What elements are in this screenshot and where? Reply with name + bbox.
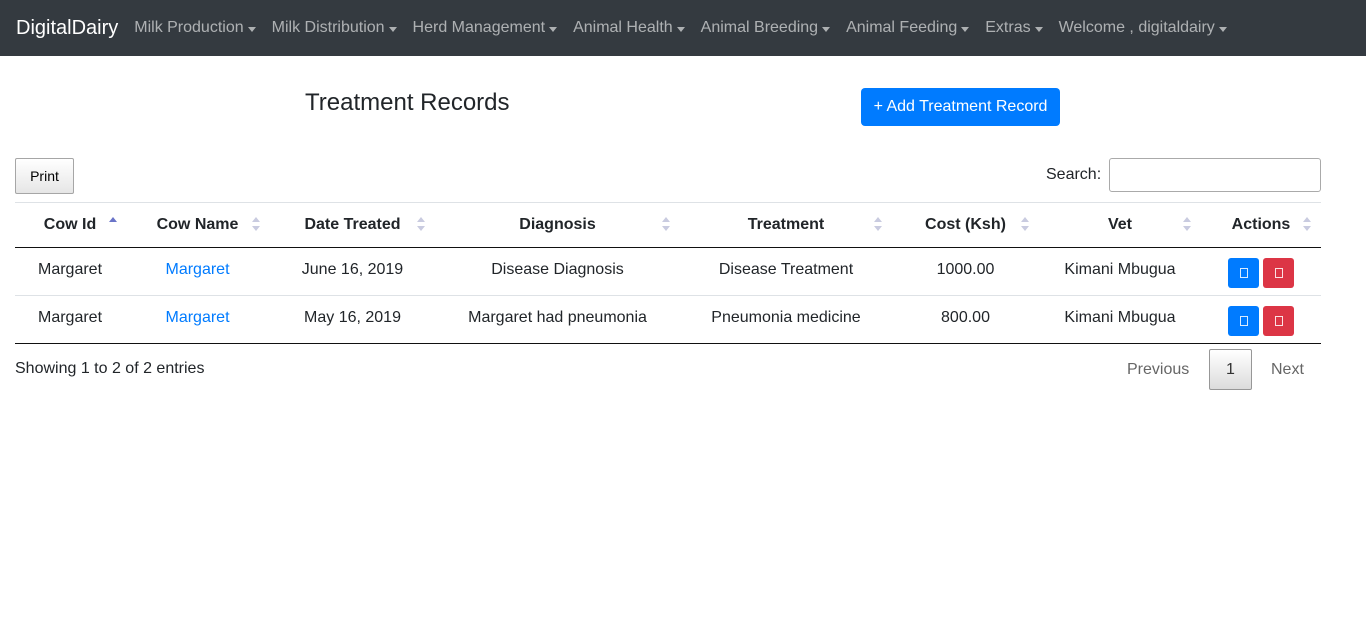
edit-icon: [1239, 268, 1248, 278]
nav-label: Milk Production: [134, 19, 244, 36]
print-button[interactable]: Print: [15, 158, 74, 194]
table-info: Showing 1 to 2 of 2 entries: [15, 360, 205, 377]
caret-down-icon: [1218, 26, 1227, 32]
cell-actions: [1201, 295, 1321, 344]
sort-icon: [1183, 217, 1191, 233]
nav-label: Welcome , digitaldairy: [1058, 19, 1215, 36]
nav-label: Animal Feeding: [846, 19, 958, 36]
delete-button[interactable]: [1263, 306, 1294, 336]
column-header-treatment[interactable]: Treatment: [680, 202, 892, 248]
nav-animal-feeding[interactable]: Animal Feeding: [838, 19, 977, 37]
cow-name-link[interactable]: Margaret: [125, 247, 270, 296]
cell-cost: 1000.00: [892, 247, 1039, 296]
table-row: Margaret Margaret May 16, 2019 Margaret …: [15, 295, 1321, 344]
caret-down-icon: [961, 26, 970, 32]
sort-icon: [1303, 217, 1311, 233]
column-header-label: Diagnosis: [519, 216, 596, 233]
cell-cost: 800.00: [892, 295, 1039, 344]
column-header-label: Cost (Ksh): [925, 216, 1006, 233]
pagination-page-1[interactable]: 1: [1209, 349, 1252, 390]
cell-date-treated: May 16, 2019: [270, 295, 435, 344]
sort-icon: [252, 217, 260, 233]
column-header-label: Cow Name: [156, 216, 239, 233]
pagination-previous[interactable]: Previous: [1127, 361, 1189, 379]
column-header-cow-id[interactable]: Cow Id: [15, 202, 125, 248]
column-header-vet[interactable]: Vet: [1039, 202, 1201, 248]
cell-cow-id: Margaret: [15, 295, 125, 344]
nav-label: Animal Health: [573, 19, 673, 36]
cell-diagnosis: Margaret had pneumonia: [435, 295, 680, 344]
cell-treatment: Pneumonia medicine: [680, 295, 892, 344]
caret-down-icon: [549, 26, 558, 32]
nav-user-menu[interactable]: Welcome , digitaldairy: [1051, 19, 1235, 37]
top-navbar: DigitalDairy Milk Production Milk Distri…: [0, 0, 1366, 56]
column-header-actions[interactable]: Actions: [1201, 202, 1321, 248]
column-header-date-treated[interactable]: Date Treated: [270, 202, 435, 248]
edit-button[interactable]: [1228, 258, 1259, 288]
sort-icon: [417, 217, 425, 233]
cell-vet: Kimani Mbugua: [1039, 295, 1201, 344]
caret-down-icon: [388, 26, 397, 32]
column-header-diagnosis[interactable]: Diagnosis: [435, 202, 680, 248]
column-header-label: Actions: [1231, 216, 1291, 233]
sort-icon: [1021, 217, 1029, 233]
treatment-records-table: Cow Id Cow Name Date Treated Diagnosis T…: [15, 202, 1321, 344]
sort-ascending-icon: [109, 217, 117, 233]
nav-milk-distribution[interactable]: Milk Distribution: [264, 19, 405, 37]
nav-milk-production[interactable]: Milk Production: [126, 19, 263, 37]
cell-cow-id: Margaret: [15, 247, 125, 296]
cell-date-treated: June 16, 2019: [270, 247, 435, 296]
brand-logo[interactable]: DigitalDairy: [16, 17, 118, 40]
table-row: Margaret Margaret June 16, 2019 Disease …: [15, 247, 1321, 296]
page-title: Treatment Records: [305, 89, 510, 116]
cell-diagnosis: Disease Diagnosis: [435, 247, 680, 296]
nav-label: Extras: [985, 19, 1031, 36]
nav-extras[interactable]: Extras: [977, 19, 1050, 37]
column-header-label: Vet: [1107, 216, 1132, 233]
nav-animal-breeding[interactable]: Animal Breeding: [693, 19, 838, 37]
column-header-cost[interactable]: Cost (Ksh): [892, 202, 1039, 248]
nav-herd-management[interactable]: Herd Management: [405, 19, 566, 37]
search-input[interactable]: [1109, 158, 1321, 192]
nav-label: Herd Management: [412, 19, 546, 36]
sort-icon: [662, 217, 670, 233]
delete-icon: [1274, 316, 1283, 326]
column-header-label: Treatment: [747, 216, 825, 233]
caret-down-icon: [247, 26, 256, 32]
cell-treatment: Disease Treatment: [680, 247, 892, 296]
caret-down-icon: [1034, 26, 1043, 32]
caret-down-icon: [822, 26, 831, 32]
add-treatment-record-button[interactable]: + Add Treatment Record: [861, 88, 1060, 126]
cell-actions: [1201, 247, 1321, 296]
caret-down-icon: [676, 26, 685, 32]
search-label: Search:: [1046, 166, 1102, 183]
sort-icon: [874, 217, 882, 233]
nav-animal-health[interactable]: Animal Health: [565, 19, 693, 37]
table-header-row: Cow Id Cow Name Date Treated Diagnosis T…: [15, 202, 1321, 248]
nav-label: Milk Distribution: [271, 19, 385, 36]
edit-icon: [1239, 316, 1248, 326]
column-header-cow-name[interactable]: Cow Name: [125, 202, 270, 248]
nav-label: Animal Breeding: [700, 19, 819, 36]
column-header-label: Cow Id: [43, 216, 97, 233]
edit-button[interactable]: [1228, 306, 1259, 336]
column-header-label: Date Treated: [304, 216, 401, 233]
delete-button[interactable]: [1263, 258, 1294, 288]
delete-icon: [1274, 268, 1283, 278]
pagination-next[interactable]: Next: [1271, 361, 1304, 379]
cell-vet: Kimani Mbugua: [1039, 247, 1201, 296]
cow-name-link[interactable]: Margaret: [125, 295, 270, 344]
